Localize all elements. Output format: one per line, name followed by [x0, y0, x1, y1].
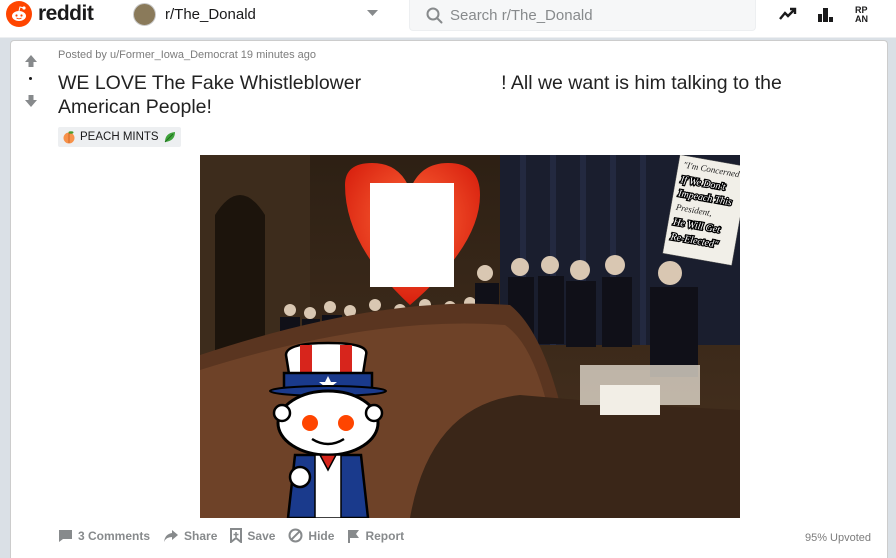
post-meta: Posted by u/Former_Iowa_Democrat 19 minu… [58, 49, 317, 61]
trending-icon[interactable] [776, 2, 800, 26]
hide-label: Hide [308, 528, 335, 543]
mint-leaf-icon [164, 132, 175, 143]
top-navigation-bar: reddit r/The_Donald Search r/The_Donald [0, 0, 896, 38]
hide-icon [288, 528, 303, 543]
svg-text:AN: AN [855, 14, 868, 24]
share-icon [164, 529, 179, 542]
search-icon [426, 7, 443, 23]
comments-button[interactable]: 3 Comments [58, 529, 150, 543]
post-title-part1: WE LOVE The Fake Whistleblower [58, 72, 362, 94]
chevron-down-icon [367, 10, 378, 16]
share-label: Share [184, 528, 218, 543]
flair-text: PEACH MINTS [80, 131, 159, 143]
comments-label: 3 Comments [78, 528, 151, 543]
save-button[interactable]: Save [230, 528, 275, 543]
report-button[interactable]: Report [347, 529, 404, 543]
redaction-box [370, 183, 454, 287]
subreddit-name: r/The_Donald [165, 5, 256, 23]
leaderboard-icon[interactable] [814, 2, 838, 26]
post-title[interactable]: WE LOVE The Fake Whistleblower! All we w… [58, 71, 858, 119]
post-image[interactable]: "I'm Concerned If We Don't Impeach This … [200, 155, 740, 518]
downvote-arrow-icon[interactable] [23, 93, 39, 109]
post-actions-bar: 3 Comments Share Save Hide Report [58, 528, 417, 543]
post-flair[interactable]: PEACH MINTS [58, 127, 181, 147]
save-label: Save [247, 528, 276, 543]
bookmark-icon [230, 528, 243, 543]
hide-button[interactable]: Hide [288, 528, 334, 543]
rpan-icon[interactable]: RP AN [852, 2, 876, 26]
search-input[interactable]: Search r/The_Donald [409, 0, 756, 31]
subreddit-avatar [133, 2, 156, 26]
peach-icon [63, 131, 75, 144]
comment-icon [59, 529, 72, 542]
search-placeholder: Search r/The_Donald [450, 6, 593, 24]
reddit-alien-icon [6, 1, 32, 27]
upvote-ratio: 95% Upvoted [804, 532, 871, 544]
vote-score [29, 77, 32, 80]
subreddit-selector[interactable]: r/The_Donald [133, 0, 383, 28]
logo-wordmark: reddit [38, 2, 94, 25]
upvote-arrow-icon[interactable] [23, 53, 39, 69]
share-button[interactable]: Share [163, 529, 217, 543]
flag-icon [348, 529, 360, 543]
post-card: Posted by u/Former_Iowa_Democrat 19 minu… [10, 40, 888, 558]
report-label: Report [365, 528, 405, 543]
reddit-logo[interactable]: reddit [6, 0, 94, 28]
